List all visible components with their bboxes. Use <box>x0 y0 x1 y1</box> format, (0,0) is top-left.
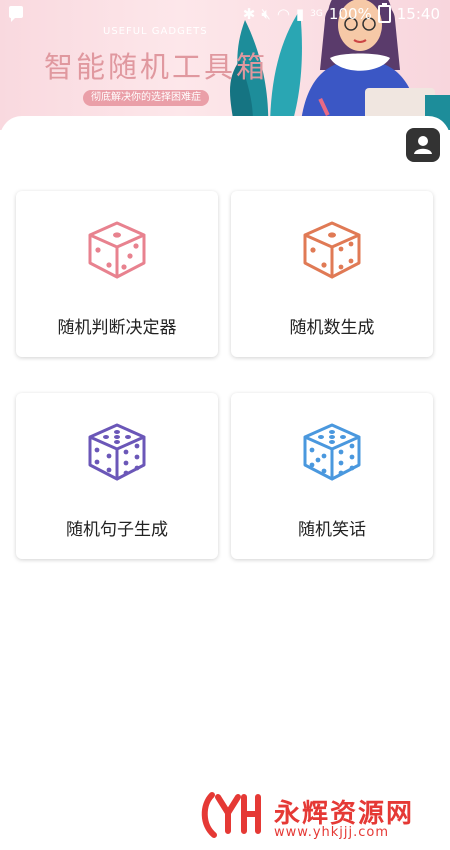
purple-dice-icon <box>88 423 146 481</box>
card-label: 随机判断决定器 <box>57 318 177 338</box>
blue-dice-icon <box>303 423 361 481</box>
watermark-url: www.yhkjjj.com <box>274 825 390 840</box>
status-bar: ✱ 🔇︎ ◠ ▮ 3G 100% 15:40 <box>0 0 450 30</box>
banner-slogan: 彻底解决你的选择困难症 <box>83 90 209 106</box>
card-label: 随机数生成 <box>289 318 375 338</box>
card-random-joke[interactable]: 随机笑话 <box>231 393 433 559</box>
watermark: 永辉资源网 www.yhkjjj.com <box>200 785 440 845</box>
user-icon <box>414 136 432 154</box>
app-title: 智能随机工具箱 <box>44 50 269 84</box>
header-banner: ✱ 🔇︎ ◠ ▮ 3G 100% 15:40 USEFUL GADGETS 智能… <box>0 0 450 130</box>
pink-dice-icon <box>88 221 146 279</box>
clock: 15:40 <box>396 5 440 23</box>
message-notification-icon <box>9 6 23 22</box>
banner-subtitle: USEFUL GADGETS <box>103 26 208 37</box>
battery-icon <box>377 3 391 23</box>
bluetooth-icon: ✱ <box>242 5 256 23</box>
watermark-logo <box>201 792 261 838</box>
card-decision-maker[interactable]: 随机判断决定器 <box>16 191 218 357</box>
card-label: 随机句子生成 <box>66 520 168 540</box>
card-label: 随机笑话 <box>298 520 366 540</box>
signal-icon: ▮ <box>295 5 305 23</box>
network-type: 3G <box>310 9 323 19</box>
profile-button[interactable] <box>406 128 440 162</box>
card-random-number[interactable]: 随机数生成 <box>231 191 433 357</box>
battery-percent: 100% <box>328 5 372 23</box>
mute-icon: 🔇︎ <box>261 5 271 23</box>
orange-dice-icon <box>303 221 361 279</box>
wifi-icon: ◠ <box>276 5 290 23</box>
card-random-sentence[interactable]: 随机句子生成 <box>16 393 218 559</box>
